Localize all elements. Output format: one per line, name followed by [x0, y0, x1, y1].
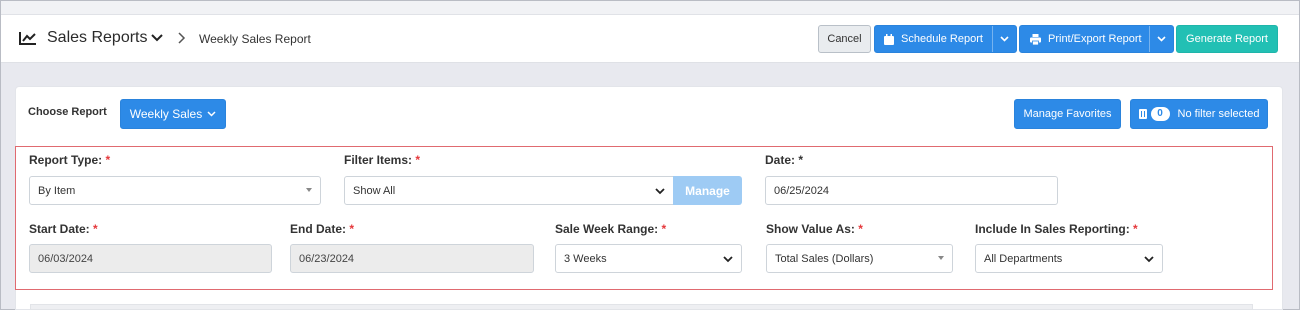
schedule-report-label: Schedule Report [901, 33, 983, 45]
chevron-down-icon[interactable] [151, 33, 163, 43]
cancel-button-label: Cancel [827, 33, 862, 45]
filter-status-button[interactable]: 0 No filter selected [1130, 99, 1268, 129]
chevron-down-icon [1157, 36, 1166, 42]
start-date-label: Start Date: * [29, 222, 98, 236]
cancel-button[interactable]: Cancel [818, 25, 871, 53]
print-export-dropdown-toggle[interactable] [1149, 26, 1173, 52]
start-date-input[interactable]: 06/03/2024 [29, 244, 272, 273]
show-value-as-select[interactable]: Total Sales (Dollars) [766, 244, 953, 273]
sale-week-range-label: Sale Week Range: * [555, 222, 667, 236]
end-date-value: 06/23/2024 [299, 252, 355, 265]
end-date-input[interactable]: 06/23/2024 [290, 244, 534, 273]
date-input[interactable]: 06/25/2024 [765, 176, 1058, 205]
report-type-label: Report Type: * [29, 153, 111, 167]
chevron-down-icon [723, 256, 733, 263]
report-type-value: By Item [38, 184, 76, 197]
filter-count-badge: 0 [1150, 107, 1170, 121]
page-title: Sales Reports [47, 29, 148, 46]
date-value: 06/25/2024 [774, 184, 830, 197]
generate-report-label: Generate Report [1186, 33, 1268, 45]
manage-filter-label: Manage [685, 183, 730, 198]
printer-icon [1030, 33, 1041, 45]
selected-report-label: Weekly Sales [129, 107, 203, 121]
filter-items-select[interactable]: Show All [344, 176, 674, 205]
chevron-right-icon [178, 32, 186, 44]
show-value-as-label: Show Value As: * [766, 222, 863, 236]
chevron-down-icon [655, 188, 665, 195]
filter-status-label: No filter selected [1177, 108, 1260, 120]
caret-down-icon [306, 188, 312, 192]
start-date-value: 06/03/2024 [38, 252, 94, 265]
filter-items-label: Filter Items: * [344, 153, 421, 167]
generate-report-button[interactable]: Generate Report [1176, 25, 1278, 53]
show-value-as-value: Total Sales (Dollars) [775, 252, 874, 265]
manage-favorites-button[interactable]: Manage Favorites [1014, 99, 1121, 129]
chart-line-icon [19, 32, 36, 45]
print-export-button[interactable]: Print/Export Report [1019, 25, 1174, 53]
report-selector-dropdown[interactable]: Weekly Sales [120, 99, 226, 129]
include-in-sales-value: All Departments [984, 252, 1063, 265]
breadcrumb: Weekly Sales Report [199, 32, 311, 46]
chevron-down-icon [1000, 36, 1009, 42]
filter-items-value: Show All [353, 184, 396, 197]
choose-report-label: Choose Report [28, 106, 107, 118]
chevron-down-icon [1144, 256, 1154, 263]
schedule-report-button[interactable]: Schedule Report [874, 25, 1017, 53]
caret-down-icon [938, 256, 944, 260]
page-header: Sales Reports Weekly Sales Report Cancel… [1, 15, 1299, 63]
calendar-icon [884, 33, 894, 45]
chevron-down-icon [207, 111, 216, 117]
sale-week-range-value: 3 Weeks [564, 252, 607, 265]
report-type-select[interactable]: By Item [29, 176, 321, 205]
sale-week-range-select[interactable]: 3 Weeks [555, 244, 742, 273]
end-date-label: End Date: * [290, 222, 355, 236]
include-in-sales-select[interactable]: All Departments [975, 244, 1163, 273]
schedule-dropdown-toggle[interactable] [992, 26, 1016, 52]
date-label: Date: * [765, 153, 804, 167]
include-in-sales-label: Include In Sales Reporting: * [975, 222, 1138, 236]
filter-list-icon [1138, 109, 1147, 119]
manage-filter-button[interactable]: Manage [673, 176, 742, 205]
top-strip [1, 1, 1299, 15]
manage-favorites-label: Manage Favorites [1023, 108, 1112, 120]
print-export-label: Print/Export Report [1048, 33, 1142, 45]
results-area-top [30, 304, 1253, 310]
